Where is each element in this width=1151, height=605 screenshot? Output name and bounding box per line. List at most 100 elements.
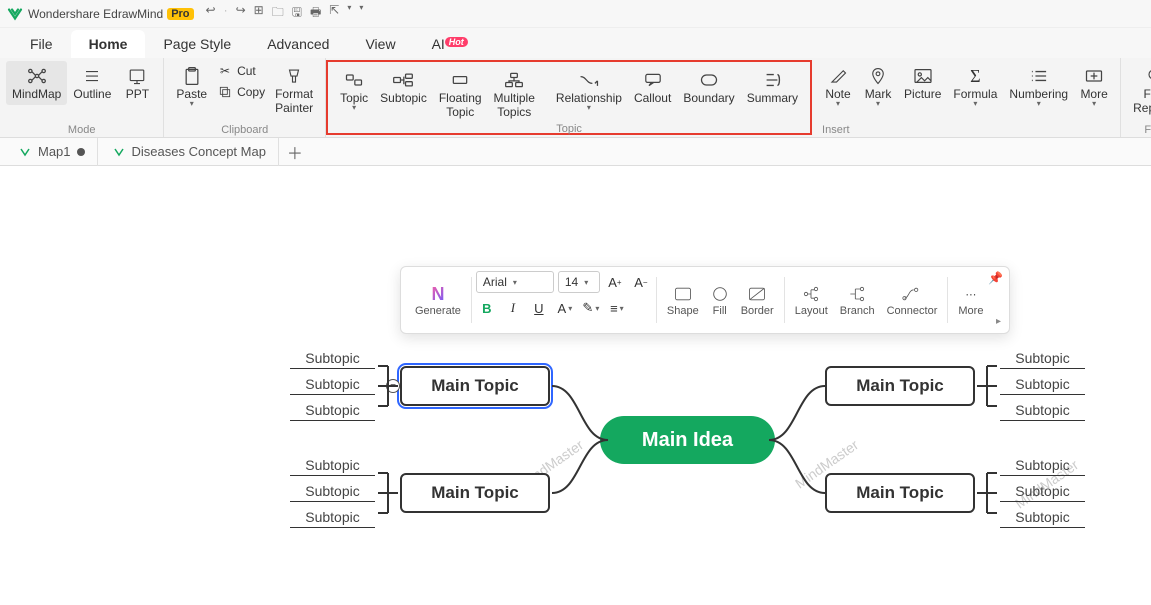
topic-icon xyxy=(342,69,366,91)
menu-advanced[interactable]: Advanced xyxy=(249,30,347,58)
callout-icon xyxy=(641,69,665,91)
doc-icon xyxy=(18,145,32,159)
floating-topic-icon xyxy=(448,69,472,91)
ribbon-group-find: Find Replace Find xyxy=(1121,58,1151,137)
callout-label: Callout xyxy=(634,91,671,105)
subtopic[interactable]: Subtopic xyxy=(290,350,375,369)
qat-sep: · xyxy=(224,3,228,24)
subtopic[interactable]: Subtopic xyxy=(290,509,375,528)
canvas[interactable]: 📌 ▸ N Generate Arial▾ 14▾ A+ A− B I U A … xyxy=(0,166,1151,605)
summary-label: Summary xyxy=(747,91,798,105)
copy-label: Copy xyxy=(237,85,265,99)
main-topic-tl[interactable]: Main Topic xyxy=(400,366,550,406)
topic-button[interactable]: Topic▾ xyxy=(334,65,374,115)
tab-diseases[interactable]: Diseases Concept Map xyxy=(100,138,279,166)
menu-ai-label: AI xyxy=(432,36,445,52)
cut-label: Cut xyxy=(237,64,256,78)
picture-icon xyxy=(911,65,935,87)
doc-icon xyxy=(112,145,126,159)
subtopic[interactable]: Subtopic xyxy=(290,483,375,502)
subtopic-button[interactable]: Subtopic xyxy=(374,65,433,109)
export-icon[interactable]: ⇱ xyxy=(329,3,339,24)
find-label: Find Replace xyxy=(1133,87,1151,115)
menu-home[interactable]: Home xyxy=(71,30,146,58)
ribbon-group-insert: Note▾ Mark▾ Picture ΣFormula▾ Numbering▾… xyxy=(812,58,1121,137)
main-topic-bl[interactable]: Main Topic xyxy=(400,473,550,513)
subtopic[interactable]: Subtopic xyxy=(1000,376,1085,395)
menu-ai[interactable]: AIHot xyxy=(414,30,486,58)
boundary-button[interactable]: Boundary xyxy=(677,65,740,109)
clipboard-group-label: Clipboard xyxy=(170,124,319,136)
paste-button[interactable]: Paste ▾ xyxy=(170,61,213,111)
tab-map1[interactable]: Map1 xyxy=(6,138,98,166)
ppt-icon xyxy=(125,65,149,87)
print-icon[interactable]: 🖶 xyxy=(310,3,321,24)
floating-topic-button[interactable]: Floating Topic xyxy=(433,65,488,123)
subtopic[interactable]: Subtopic xyxy=(290,402,375,421)
center-node[interactable]: Main Idea xyxy=(600,416,775,464)
subtopic[interactable]: Subtopic xyxy=(290,376,375,395)
copy-button[interactable]: Copy xyxy=(213,82,269,102)
save-icon[interactable]: 🖫 xyxy=(292,3,302,24)
outline-button[interactable]: Outline xyxy=(67,61,117,105)
find-replace-button[interactable]: Find Replace xyxy=(1127,61,1151,119)
unsaved-dot-icon xyxy=(77,148,85,156)
picture-button[interactable]: Picture xyxy=(898,61,947,105)
app-logo-icon xyxy=(6,5,24,23)
numbering-button[interactable]: Numbering▾ xyxy=(1003,61,1074,111)
mark-icon xyxy=(866,65,890,87)
copy-icon xyxy=(217,84,233,100)
collapse-toggle[interactable]: − xyxy=(386,379,400,393)
more-insert-button[interactable]: More▾ xyxy=(1074,61,1114,111)
menu-view[interactable]: View xyxy=(347,30,413,58)
subtopic[interactable]: Subtopic xyxy=(1000,457,1085,476)
format-painter-button[interactable]: Format Painter xyxy=(269,61,319,119)
title-bar: Wondershare EdrawMind Pro ↩ · ↪ ⊞ 🗀 🖫 🖶 … xyxy=(0,0,1151,28)
undo-icon[interactable]: ↩ xyxy=(206,3,216,24)
tab-diseases-label: Diseases Concept Map xyxy=(132,144,266,159)
ppt-button[interactable]: PPT xyxy=(117,61,157,105)
outline-icon xyxy=(80,65,104,87)
floating-label: Floating Topic xyxy=(439,91,482,119)
format-painter-icon xyxy=(282,65,306,87)
formula-button[interactable]: ΣFormula▾ xyxy=(947,61,1003,111)
cut-icon: ✂ xyxy=(217,63,233,79)
qat-overflow-icon[interactable]: ▾ xyxy=(359,3,363,24)
subtopic[interactable]: Subtopic xyxy=(1000,509,1085,528)
menu-file[interactable]: File xyxy=(12,30,71,58)
main-topic-br[interactable]: Main Topic xyxy=(825,473,975,513)
document-tab-bar: Map1 Diseases Concept Map ＋ xyxy=(0,138,1151,166)
relationship-button[interactable]: Relationship▾ xyxy=(550,65,628,115)
main-topic-tr[interactable]: Main Topic xyxy=(825,366,975,406)
ribbon-group-topic: Topic▾ Subtopic Floating Topic Multiple … xyxy=(326,60,812,135)
boundary-label: Boundary xyxy=(683,91,734,105)
subtopic[interactable]: Subtopic xyxy=(1000,402,1085,421)
app-title: Wondershare EdrawMind xyxy=(28,7,163,21)
qat-caret-icon[interactable]: ▾ xyxy=(347,3,351,24)
add-tab-button[interactable]: ＋ xyxy=(281,140,309,164)
menu-bar: File Home Page Style Advanced View AIHot xyxy=(0,28,1151,58)
ribbon-group-mode: MindMap Outline PPT Mode xyxy=(0,58,164,137)
outline-label: Outline xyxy=(73,87,111,101)
more-insert-icon xyxy=(1082,65,1106,87)
topic-group-label: Topic xyxy=(334,123,804,135)
subtopic[interactable]: Subtopic xyxy=(290,457,375,476)
subtopic[interactable]: Subtopic xyxy=(1000,483,1085,502)
new-icon[interactable]: ⊞ xyxy=(254,3,264,24)
mindmap-button[interactable]: MindMap xyxy=(6,61,67,105)
note-button[interactable]: Note▾ xyxy=(818,61,858,111)
boundary-icon xyxy=(697,69,721,91)
ribbon: MindMap Outline PPT Mode Paste ▾ ✂ Cut Co… xyxy=(0,58,1151,138)
callout-button[interactable]: Callout xyxy=(628,65,677,109)
redo-icon[interactable]: ↪ xyxy=(236,3,246,24)
multiple-topics-button[interactable]: Multiple Topics xyxy=(488,65,541,123)
painter-label: Format Painter xyxy=(275,87,313,115)
menu-page-style[interactable]: Page Style xyxy=(145,30,249,58)
open-icon[interactable]: 🗀 xyxy=(272,3,284,24)
mark-button[interactable]: Mark▾ xyxy=(858,61,898,111)
cut-button[interactable]: ✂ Cut xyxy=(213,61,269,81)
subtopic-label: Subtopic xyxy=(380,91,427,105)
summary-button[interactable]: Summary xyxy=(741,65,804,109)
subtopic[interactable]: Subtopic xyxy=(1000,350,1085,369)
summary-icon xyxy=(760,69,784,91)
